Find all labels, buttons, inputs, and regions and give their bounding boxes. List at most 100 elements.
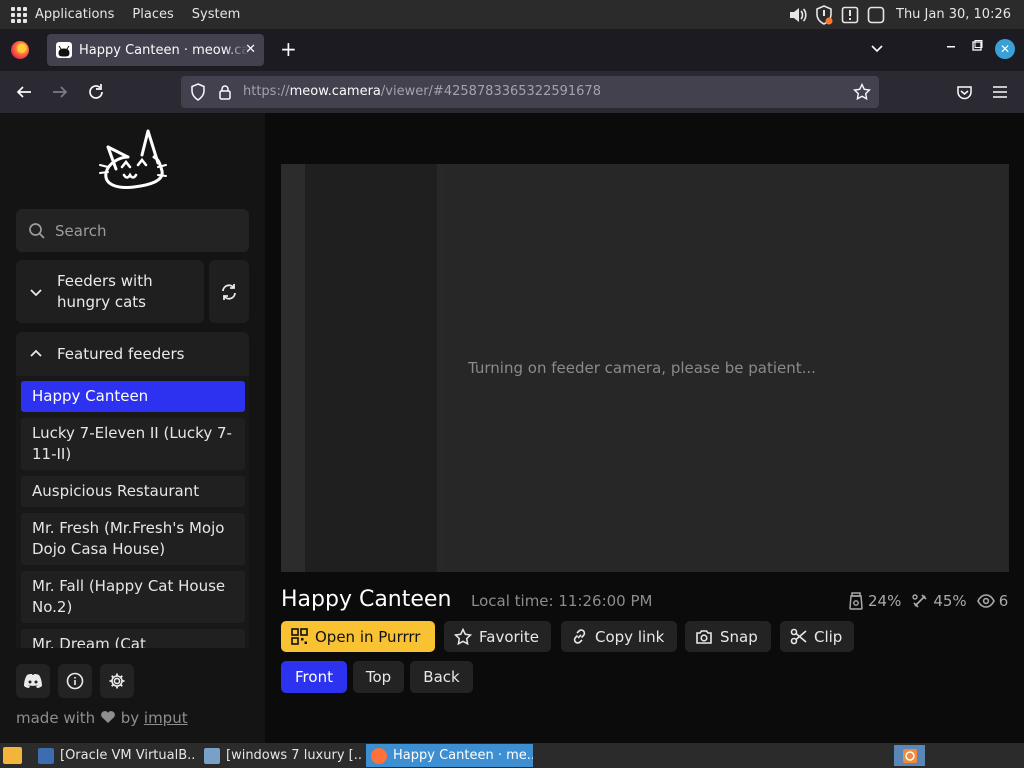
back-arrow-icon[interactable] [14, 82, 34, 102]
group-hungry-cats[interactable]: Feeders with hungry cats [16, 260, 204, 323]
task-windows7[interactable]: [windows 7 luxury [... [200, 744, 362, 767]
url-bar[interactable]: https://meow.camera/viewer/#425878336532… [181, 76, 879, 108]
show-desktop-icon[interactable] [3, 747, 22, 764]
menu-system[interactable]: System [192, 7, 240, 22]
volume-icon[interactable] [788, 5, 808, 25]
notification-icon[interactable] [840, 5, 860, 25]
eye-icon [976, 594, 995, 608]
group-featured-label: Featured feeders [57, 345, 185, 363]
feeder-item-lucky-7-eleven[interactable]: Lucky 7-Eleven II (Lucky 7-11-II) [21, 418, 245, 470]
security-shield-icon[interactable] [814, 4, 834, 25]
search-icon [29, 222, 45, 239]
feeder-item-mr-dream[interactable]: Mr. Dream (Cat Prostheses) [21, 629, 245, 648]
url-host: meow.camera [289, 84, 381, 99]
hamburger-menu-icon[interactable] [990, 82, 1010, 102]
author-link[interactable]: imput [144, 709, 188, 727]
camera-top-button[interactable]: Top [353, 661, 404, 693]
tracking-shield-icon[interactable] [188, 82, 208, 102]
group-hungry-label: Feeders with hungry cats [57, 271, 153, 311]
search-input[interactable]: Search [16, 209, 249, 252]
star-icon [454, 627, 472, 645]
info-icon [66, 672, 84, 690]
taskbar: [Oracle VM VirtualB... [windows 7 luxury… [0, 743, 1024, 768]
heart-icon [101, 711, 115, 723]
close-window-icon[interactable]: ✕ [995, 39, 1015, 59]
url-path: /viewer/#4258783365322591678 [380, 84, 601, 99]
firefox-logo-icon[interactable] [11, 41, 29, 59]
windows-app-icon [204, 747, 220, 764]
refresh-button[interactable] [209, 260, 249, 323]
browser-tab-strip: Happy Canteen · meow.camera ✕ + ✕ [0, 29, 1024, 71]
snap-label: Snap [720, 627, 758, 646]
feeder-item-mr-fall[interactable]: Mr. Fall (Happy Cat House No.2) [21, 571, 245, 623]
firefox-task-icon [371, 747, 387, 764]
group-featured-feeders[interactable]: Featured feeders [16, 332, 249, 376]
tray-app-icon[interactable] [894, 745, 925, 766]
pocket-icon[interactable] [954, 82, 974, 102]
food-level-stat: 24% [848, 592, 901, 610]
camera-video-player[interactable]: Turning on feeder camera, please be pati… [281, 164, 1009, 572]
made-with-credit: made with by imput [16, 709, 188, 727]
open-in-purrrr-button[interactable]: Open in Purrrr [281, 621, 435, 652]
clip-button[interactable]: Clip [780, 621, 854, 652]
favorite-label: Favorite [479, 627, 539, 646]
task-virtualbox-label: [Oracle VM VirtualB... [60, 748, 196, 763]
close-tab-icon[interactable]: ✕ [245, 42, 256, 57]
camera-back-button[interactable]: Back [410, 661, 473, 693]
about-button[interactable] [58, 664, 92, 698]
reload-icon[interactable] [86, 82, 106, 102]
clip-label: Clip [814, 627, 843, 646]
system-top-panel: Applications Places System Thu Jan 30, 1… [0, 0, 1024, 29]
feeder-item-mr-fresh[interactable]: Mr. Fresh (Mr.Fresh's Mojo Dojo Casa Hou… [21, 513, 245, 565]
snack-level-value: 45% [933, 592, 967, 610]
task-firefox-happy-canteen[interactable]: Happy Canteen · me... [366, 744, 533, 767]
menu-places[interactable]: Places [132, 7, 173, 22]
snack-icon [912, 594, 927, 608]
feeder-stats: 24% 45% 6 [848, 592, 1008, 610]
virtualbox-icon [38, 747, 54, 764]
food-bag-icon [849, 592, 863, 610]
settings-button[interactable] [100, 664, 134, 698]
new-tab-icon[interactable]: + [280, 37, 297, 61]
task-virtualbox[interactable]: [Oracle VM VirtualB... [34, 744, 196, 767]
maximize-icon[interactable] [971, 40, 983, 56]
search-placeholder: Search [55, 221, 107, 240]
url-prefix: https:// [243, 84, 290, 99]
meow-camera-logo[interactable] [98, 129, 168, 193]
snap-button[interactable]: Snap [685, 621, 771, 652]
made-with-by: by [120, 709, 140, 727]
menu-applications[interactable]: Applications [35, 7, 114, 22]
task-windows7-label: [windows 7 luxury [... [226, 748, 362, 763]
feeder-item-happy-canteen[interactable]: Happy Canteen [21, 381, 245, 412]
minimize-icon[interactable] [945, 40, 957, 56]
web-page: Search Feeders with hungry cats Featured… [0, 113, 1024, 743]
viewer-count-stat: 6 [976, 592, 1009, 610]
copy-link-label: Copy link [595, 627, 665, 646]
feeder-list: Happy Canteen Lucky 7-Eleven II (Lucky 7… [16, 376, 249, 648]
camera-icon [696, 629, 712, 644]
open-in-purrrr-label: Open in Purrrr [315, 627, 421, 646]
favorite-button[interactable]: Favorite [444, 621, 551, 652]
viewer-count-value: 6 [998, 592, 1009, 610]
forward-arrow-icon[interactable] [50, 82, 70, 102]
feeder-item-auspicious-restaurant[interactable]: Auspicious Restaurant [21, 476, 245, 507]
camera-front-button[interactable]: Front [281, 661, 347, 693]
browser-tab-active[interactable]: Happy Canteen · meow.camera ✕ [47, 34, 264, 66]
lock-icon[interactable] [215, 82, 235, 102]
chevron-down-icon[interactable] [870, 41, 884, 60]
bookmark-star-icon[interactable] [852, 82, 872, 102]
video-status-message: Turning on feeder camera, please be pati… [468, 359, 816, 377]
gear-icon [109, 673, 125, 689]
window-list-icon[interactable] [866, 5, 886, 25]
copy-link-button[interactable]: Copy link [561, 621, 677, 652]
qr-code-icon [291, 628, 308, 645]
scissors-icon [790, 628, 807, 645]
url-text[interactable]: https://meow.camera/viewer/#425878336532… [243, 84, 601, 99]
cat-favicon-icon [56, 42, 72, 58]
apps-grid-icon[interactable] [11, 6, 27, 23]
system-clock[interactable]: Thu Jan 30, 10:26 [896, 7, 1011, 22]
feeder-local-time: Local time: 11:26:00 PM [471, 592, 653, 610]
snack-level-stat: 45% [911, 592, 967, 610]
discord-icon [24, 674, 42, 688]
discord-button[interactable] [16, 664, 50, 698]
